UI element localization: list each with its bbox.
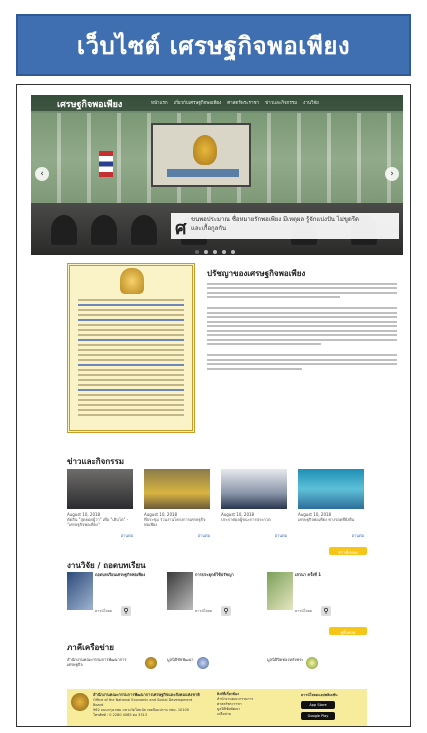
top-navigation: เศรษฐกิจพอเพียง หน้าแรก เกี่ยวกับเศรษฐกิ… (31, 95, 403, 111)
research-cover[interactable] (167, 572, 193, 610)
partner-list: สำนักงานคณะกรรมการพัฒนาการเศรษฐกิจ มูลนิ… (67, 657, 367, 679)
download-label[interactable]: ดาวน์โหลด (195, 609, 217, 613)
menu-item-about[interactable]: เกี่ยวกับเศรษฐกิจพอเพียง (174, 99, 222, 106)
footer-app-title: ดาวน์โหลดแอปพลิเคชัน (301, 693, 338, 697)
magnifier-icon[interactable]: ⚲ (321, 606, 331, 616)
partner-item[interactable]: สำนักงานคณะกรรมการพัฒนาการเศรษฐกิจ (67, 657, 157, 679)
philosophy-scroll-image (67, 263, 195, 433)
footer-address: 962 ถนนกรุงเกษม แขวงวัดโสมนัส เขตป้อมปรา… (93, 708, 189, 712)
partner-name[interactable]: มูลนิธิชัยพัฒนา (167, 657, 194, 679)
footer-link[interactable]: มูลนิธิชัยพัฒนา (217, 707, 240, 711)
download-label[interactable]: ดาวน์โหลด (295, 609, 317, 613)
slider-dot[interactable] (230, 250, 235, 254)
footer-org-en: Office of the National Economic and Soci… (93, 698, 193, 707)
caption-text: ขนพอประมาณ ซื่อหมายรักพอเพียง มีเหตุผล ร… (191, 216, 359, 223)
slide-caption: ศ ขนพอประมาณ ซื่อหมายรักพอเพียง มีเหตุผล… (171, 213, 399, 239)
menu-item-home[interactable]: หน้าแรก (151, 99, 168, 106)
research-title[interactable]: การประยุกต์ใช้ปรัชญา (195, 572, 247, 577)
download-label[interactable]: ดาวน์โหลด (95, 609, 117, 613)
news-excerpt: ตัดสิน "สุดยอดผู้ว่า" เพื่อ "เติบโต" - "… (67, 517, 129, 527)
royal-crest-icon (120, 268, 144, 294)
research-item[interactable]: เสวนา ครั้งที่ 1 ดาวน์โหลด ⚲ (267, 572, 347, 632)
news-excerpt: ที่ประชุม ร่วมงานโครงการเศรษฐกิจพอเพียง (144, 517, 206, 527)
all-research-button[interactable]: ดูทั้งหมด (329, 627, 367, 635)
chevron-right-icon[interactable]: › (385, 167, 399, 181)
menu-item-research[interactable]: งานวิจัย (303, 99, 319, 106)
partner-name[interactable]: มูลนิธิปิดทองหลังพระ (267, 657, 303, 679)
caption-initial: ศ (175, 218, 187, 239)
research-item[interactable]: การประยุกต์ใช้ปรัชญา ดาวน์โหลด ⚲ (167, 572, 247, 632)
thai-flag-icon (99, 151, 113, 177)
page-title-banner: เว็บไซต์ เศรษฐกิจพอเพียง (16, 14, 411, 76)
emblem-icon (193, 135, 217, 165)
research-section-title: งานวิจัย / ถอดบทเรียน (67, 561, 146, 570)
research-cover[interactable] (267, 572, 293, 610)
caption-subtext: และเกื้อกูลกัน (191, 225, 227, 232)
slider-dot[interactable] (203, 250, 208, 254)
partner-logo-icon (145, 657, 157, 669)
news-card[interactable]: August 10, 2018 เศรษฐกิจพอเพียง ทางรอดที… (298, 469, 364, 539)
news-thumbnail[interactable] (298, 469, 364, 509)
projection-screen (151, 123, 251, 187)
footer-phone: โทรศัพท์ : 0 2280 4085 ต่อ 3313 (93, 713, 148, 717)
google-play-badge[interactable]: Google Play (301, 712, 335, 720)
footer-link[interactable]: สำนักงานคณะกรรมการ (217, 697, 253, 701)
news-thumbnail[interactable] (67, 469, 133, 509)
read-more-link[interactable]: อ่านต่อ (67, 532, 133, 539)
main-menu: หน้าแรก เกี่ยวกับเศรษฐกิจพอเพียง ศาสตร์พ… (151, 99, 319, 106)
site-footer: สำนักงานคณะกรรมการพัฒนาการเศรษฐกิจและสัง… (67, 689, 367, 726)
partner-logo-icon (306, 657, 319, 669)
research-title[interactable]: เสวนา ครั้งที่ 1 (295, 572, 347, 577)
magnifier-icon[interactable]: ⚲ (221, 606, 231, 616)
research-item[interactable]: ถอดบทเรียนเศรษฐกิจพอเพียง ดาวน์โหลด ⚲ (67, 572, 147, 632)
news-thumbnail[interactable] (221, 469, 287, 509)
slider-dots (17, 250, 410, 254)
philosophy-title: ปรัชญาของเศรษฐกิจพอเพียง (207, 269, 306, 278)
slider-dot[interactable] (221, 250, 226, 254)
agency-seal-icon (71, 693, 89, 711)
read-more-link[interactable]: อ่านต่อ (221, 532, 287, 539)
slider-dot[interactable] (194, 250, 199, 254)
all-news-button[interactable]: ข่าวทั้งหมด (329, 547, 367, 555)
news-card[interactable]: August 10, 2018 ประกาศผลผู้ชนะการประกวด … (221, 469, 287, 539)
hero-slider[interactable]: เศรษฐกิจพอเพียง หน้าแรก เกี่ยวกับเศรษฐกิ… (31, 95, 403, 255)
magnifier-icon[interactable]: ⚲ (121, 606, 131, 616)
app-store-badge[interactable]: App Store (301, 701, 335, 709)
page-title: เว็บไซต์ เศรษฐกิจพอเพียง (76, 31, 351, 60)
menu-item-royal-science[interactable]: ศาสตร์พระราชา (227, 99, 259, 106)
news-section-title: ข่าวและกิจกรรม (67, 457, 125, 466)
news-excerpt: เศรษฐกิจพอเพียง ทางรอดที่ยั่งยืน (298, 517, 355, 522)
news-excerpt: ประกาศผลผู้ชนะการประกวด (221, 517, 271, 522)
partner-logo-icon (196, 657, 209, 669)
partner-item[interactable]: มูลนิธิชัยพัฒนา (167, 657, 257, 679)
menu-item-news[interactable]: ข่าวและกิจกรรม (265, 99, 297, 106)
footer-link[interactable]: ศาสตร์พระราชา (217, 702, 242, 706)
read-more-link[interactable]: อ่านต่อ (144, 532, 210, 539)
research-title[interactable]: ถอดบทเรียนเศรษฐกิจพอเพียง (95, 572, 147, 577)
chevron-left-icon[interactable]: ‹ (35, 167, 49, 181)
partners-section-title: ภาคีเครือข่าย (67, 643, 114, 652)
read-more-link[interactable]: อ่านต่อ (298, 532, 364, 539)
news-card[interactable]: August 10, 2018 ที่ประชุม ร่วมงานโครงการ… (144, 469, 210, 539)
philosophy-body-text (207, 280, 397, 372)
slider-dot[interactable] (212, 250, 217, 254)
news-thumbnail[interactable] (144, 469, 210, 509)
news-card[interactable]: August 10, 2018 ตัดสิน "สุดยอดผู้ว่า" เพ… (67, 469, 133, 539)
footer-link[interactable]: เครือข่าย (217, 712, 231, 716)
partner-item[interactable]: มูลนิธิปิดทองหลังพระ (267, 657, 357, 679)
footer-org-name: สำนักงานคณะกรรมการพัฒนาการเศรษฐกิจและสัง… (93, 692, 200, 697)
research-cover[interactable] (67, 572, 93, 610)
site-logo[interactable]: เศรษฐกิจพอเพียง (57, 97, 122, 111)
partner-name[interactable]: สำนักงานคณะกรรมการพัฒนาการเศรษฐกิจ (67, 657, 142, 679)
footer-links-title: ลิงก์ที่เกี่ยวข้อง (217, 692, 239, 696)
website-screenshot-frame: เศรษฐกิจพอเพียง หน้าแรก เกี่ยวกับเศรษฐกิ… (16, 84, 411, 727)
